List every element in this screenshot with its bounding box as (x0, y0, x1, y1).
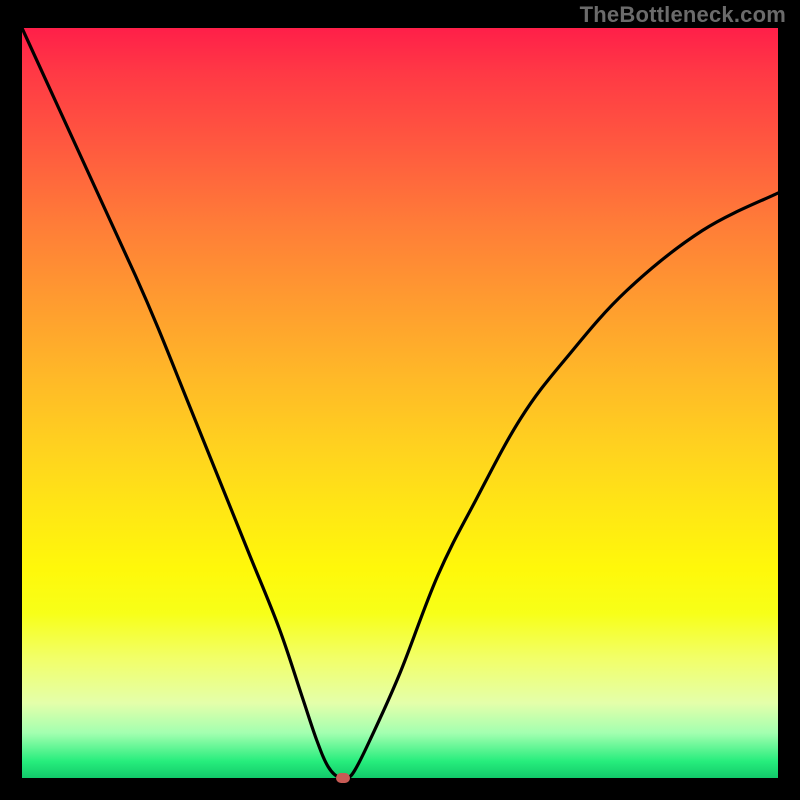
chart-frame: TheBottleneck.com (0, 0, 800, 800)
bottleneck-curve (22, 28, 778, 778)
curve-path (22, 28, 778, 778)
minimum-marker (336, 773, 350, 783)
plot-area (22, 28, 778, 778)
watermark-text: TheBottleneck.com (580, 2, 786, 28)
